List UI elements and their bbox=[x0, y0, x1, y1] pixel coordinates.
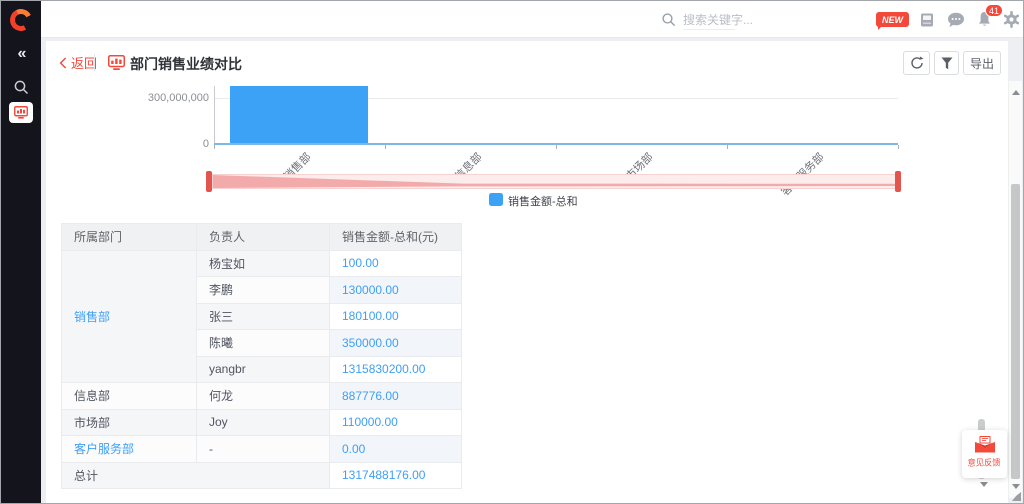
table-header-row: 所属部门 负责人 销售金额-总和(元) bbox=[62, 224, 462, 251]
amount-link[interactable]: 350000.00 bbox=[330, 330, 462, 357]
filter-button[interactable] bbox=[934, 51, 959, 75]
sidebar-collapse-button[interactable]: « bbox=[1, 45, 41, 63]
sidebar-item-bi-active[interactable] bbox=[9, 102, 33, 123]
person-cell: 杨宝如 bbox=[197, 250, 330, 277]
col-header-amount: 销售金额-总和(元) bbox=[330, 224, 462, 251]
scrollbar-thumb[interactable] bbox=[1011, 184, 1020, 479]
inner-scroll-down-arrow-icon[interactable] bbox=[980, 482, 988, 491]
app-logo-icon bbox=[7, 6, 35, 34]
person-cell: 何龙 bbox=[197, 383, 330, 410]
dept-link-customer-service[interactable]: 客户服务部 bbox=[62, 436, 197, 463]
person-cell: yangbr bbox=[197, 356, 330, 383]
back-arrow-icon bbox=[59, 57, 67, 69]
dept-cell: 市场部 bbox=[62, 409, 197, 436]
yaxis-line bbox=[214, 86, 215, 144]
settings-gear-icon[interactable] bbox=[1003, 1, 1020, 38]
person-cell: 李鹏 bbox=[197, 277, 330, 304]
xaxis-tick bbox=[556, 145, 557, 149]
search-underline bbox=[683, 29, 735, 30]
scroll-up-arrow-icon[interactable] bbox=[1012, 86, 1020, 95]
total-amount-link[interactable]: 1317488176.00 bbox=[330, 462, 462, 489]
bar-sales-dept[interactable] bbox=[230, 86, 368, 144]
amount-link[interactable]: 0.00 bbox=[330, 436, 462, 463]
xaxis-tick bbox=[898, 145, 899, 149]
topbar: 搜索关键字... NEW 41 龙 bbox=[41, 1, 1023, 38]
table-row: 市场部 Joy 110000.00 bbox=[62, 409, 462, 436]
notebook-icon[interactable] bbox=[919, 1, 935, 38]
export-button[interactable]: 导出 bbox=[963, 51, 1001, 75]
bi-dashboard-icon bbox=[14, 106, 28, 119]
table-total-row: 总计 1317488176.00 bbox=[62, 462, 462, 489]
chat-icon[interactable] bbox=[947, 1, 965, 38]
amount-link[interactable]: 110000.00 bbox=[330, 409, 462, 436]
table-row: 客户服务部 - 0.00 bbox=[62, 436, 462, 463]
legend-label[interactable]: 销售金额-总和 bbox=[508, 193, 578, 209]
filter-funnel-icon bbox=[941, 57, 953, 70]
report-panel: 返回 部门销售业绩对比 导出 300,000,000 0 bbox=[46, 41, 1008, 504]
person-cell: 陈曦 bbox=[197, 330, 330, 357]
feedback-envelope-icon bbox=[974, 436, 996, 453]
page-title: 部门销售业绩对比 bbox=[130, 54, 242, 74]
report-type-icon bbox=[108, 55, 125, 76]
summary-table: 所属部门 负责人 销售金额-总和(元) 销售部 杨宝如 100.00 李鹏 13… bbox=[61, 223, 462, 489]
datazoom-shadow bbox=[213, 175, 899, 188]
amount-link[interactable]: 1315830200.00 bbox=[330, 356, 462, 383]
datazoom-slider[interactable] bbox=[212, 174, 900, 189]
feedback-button[interactable]: 意见反馈 bbox=[962, 430, 1007, 478]
table-row: 销售部 杨宝如 100.00 bbox=[62, 250, 462, 277]
legend-swatch[interactable] bbox=[489, 193, 503, 206]
datazoom-right-handle[interactable] bbox=[895, 171, 901, 192]
sidebar: « bbox=[1, 1, 41, 503]
vertical-scrollbar[interactable] bbox=[1008, 81, 1022, 498]
app-window: « 搜索关键字... NEW 41 bbox=[0, 0, 1024, 504]
amount-link[interactable]: 130000.00 bbox=[330, 277, 462, 304]
feedback-label: 意见反馈 bbox=[968, 457, 1001, 469]
amount-link[interactable]: 100.00 bbox=[330, 250, 462, 277]
total-label-cell: 总计 bbox=[62, 462, 330, 489]
refresh-icon bbox=[910, 56, 924, 70]
dept-link-sales[interactable]: 销售部 bbox=[62, 250, 197, 383]
sidebar-search-icon[interactable] bbox=[13, 79, 30, 101]
search-icon bbox=[661, 12, 677, 33]
back-button[interactable]: 返回 bbox=[59, 53, 97, 72]
notification-count-badge: 41 bbox=[985, 4, 1003, 17]
yaxis-tick-label: 300,000,000 bbox=[109, 92, 209, 104]
yaxis-tick-label: 0 bbox=[109, 138, 209, 150]
refresh-button[interactable] bbox=[903, 51, 930, 75]
dept-cell: 信息部 bbox=[62, 383, 197, 410]
xaxis-tick bbox=[214, 145, 215, 149]
search-input[interactable]: 搜索关键字... bbox=[683, 1, 753, 38]
xaxis-tick bbox=[385, 145, 386, 149]
person-cell: Joy bbox=[197, 409, 330, 436]
new-badge: NEW bbox=[876, 12, 909, 27]
col-header-person: 负责人 bbox=[197, 224, 330, 251]
resize-corner-icon bbox=[1012, 492, 1021, 501]
table-row: 信息部 何龙 887776.00 bbox=[62, 383, 462, 410]
xaxis-tick bbox=[727, 145, 728, 149]
header-divider bbox=[94, 54, 95, 71]
col-header-dept: 所属部门 bbox=[62, 224, 197, 251]
person-cell: - bbox=[197, 436, 330, 463]
datazoom-left-handle[interactable] bbox=[206, 171, 212, 192]
amount-link[interactable]: 887776.00 bbox=[330, 383, 462, 410]
person-cell: 张三 bbox=[197, 303, 330, 330]
amount-link[interactable]: 180100.00 bbox=[330, 303, 462, 330]
